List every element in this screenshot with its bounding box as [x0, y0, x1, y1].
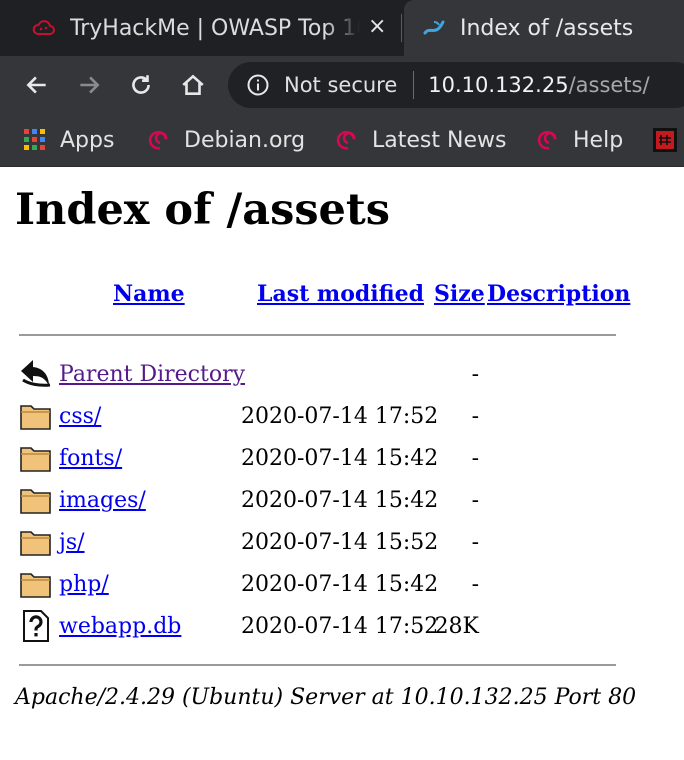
- table-row: Parent Directory -: [0, 355, 684, 395]
- page-title: Index of /assets: [15, 185, 390, 235]
- folder-icon: [20, 405, 51, 430]
- tab-title: TryHackMe | OWASP Top 10: [70, 15, 360, 41]
- footer-divider: [19, 664, 616, 666]
- entry-name-link[interactable]: fonts/: [59, 446, 122, 471]
- bookmark-debian[interactable]: Debian.org: [146, 122, 305, 158]
- table-row: images/ 2020-07-14 15:42 -: [0, 481, 684, 521]
- entry-name-link[interactable]: js/: [59, 530, 85, 555]
- info-icon[interactable]: [246, 73, 270, 97]
- back-arrow-icon: [26, 76, 46, 94]
- folder-icon: [20, 489, 51, 514]
- entry-size: -: [471, 530, 479, 555]
- column-header-description[interactable]: Description: [487, 281, 630, 307]
- entry-modified: 2020-07-14 15:42: [241, 446, 439, 471]
- entry-modified: 2020-07-14 15:42: [241, 572, 439, 597]
- debian-swirl-icon: [336, 130, 356, 150]
- table-row: webapp.db 2020-07-14 17:52 28K: [0, 607, 684, 647]
- debian-swirl-icon: [537, 130, 557, 150]
- folder-icon: [20, 447, 51, 472]
- entry-modified: 2020-07-14 15:52: [241, 530, 439, 555]
- address-separator: [413, 71, 415, 99]
- unknown-file-icon: [23, 610, 49, 642]
- table-row: fonts/ 2020-07-14 15:42 -: [0, 439, 684, 479]
- browser-toolbar: Not secure 10.10.132.25/assets/: [0, 56, 684, 114]
- debian-swirl-icon: [423, 20, 445, 35]
- url-path: /assets/: [568, 73, 650, 97]
- bookmark-extra[interactable]: [652, 122, 684, 158]
- reload-button[interactable]: [122, 66, 160, 104]
- tab-title: Index of /assets: [460, 15, 634, 41]
- server-signature: Apache/2.4.29 (Ubuntu) Server at 10.10.1…: [15, 685, 637, 710]
- entry-name-link[interactable]: webapp.db: [59, 614, 181, 639]
- table-row: js/ 2020-07-14 15:52 -: [0, 523, 684, 563]
- home-icon: [182, 74, 204, 95]
- bookmark-help[interactable]: Help: [535, 122, 623, 158]
- tryhackme-cloud-icon: [32, 20, 55, 35]
- entry-modified: 2020-07-14 15:42: [241, 488, 439, 513]
- debian-swirl-icon: [148, 130, 168, 150]
- parent-directory-icon: [21, 360, 51, 387]
- folder-icon: [20, 531, 51, 556]
- back-button[interactable]: [18, 66, 56, 104]
- bookmark-red-icon: [653, 128, 677, 152]
- entry-modified: 2020-07-14 17:52: [241, 404, 439, 429]
- header-divider: [19, 334, 616, 336]
- apps-grid-icon: [24, 129, 45, 150]
- entry-name-link[interactable]: images/: [59, 488, 146, 513]
- entry-name-link[interactable]: css/: [59, 404, 101, 429]
- forward-arrow-icon: [80, 76, 100, 94]
- entry-size: -: [471, 488, 479, 513]
- tab-separator: [401, 14, 402, 42]
- forward-button[interactable]: [70, 66, 108, 104]
- entry-name-link[interactable]: php/: [59, 572, 109, 597]
- column-header-size[interactable]: Size: [434, 281, 485, 307]
- entry-size: -: [471, 572, 479, 597]
- home-button[interactable]: [174, 66, 212, 104]
- bookmark-apps[interactable]: Apps: [24, 122, 114, 158]
- security-status[interactable]: Not secure: [284, 73, 397, 97]
- reload-icon: [132, 75, 150, 94]
- column-header-last-modified[interactable]: Last modified: [257, 281, 424, 307]
- column-header-name[interactable]: Name: [113, 281, 185, 307]
- entry-size: -: [471, 446, 479, 471]
- tab-index-assets[interactable]: Index of /assets: [404, 0, 684, 56]
- entry-size: -: [471, 404, 479, 429]
- table-row: php/ 2020-07-14 15:42 -: [0, 565, 684, 605]
- entry-size: 28K: [434, 614, 479, 639]
- close-tab-icon[interactable]: ×: [368, 14, 386, 39]
- table-row: css/ 2020-07-14 17:52 -: [0, 397, 684, 437]
- entry-modified: 2020-07-14 17:52: [241, 614, 439, 639]
- page-content: Index of /assets Name Last modified Size…: [0, 167, 684, 760]
- tab-tryhackme[interactable]: TryHackMe | OWASP Top 10: [0, 0, 400, 56]
- tab-strip: TryHackMe | OWASP Top 10 × Index of /ass…: [0, 0, 684, 56]
- folder-icon: [20, 573, 51, 598]
- url-host: 10.10.132.25: [428, 73, 569, 97]
- address-bar[interactable]: Not secure 10.10.132.25/assets/: [228, 62, 684, 108]
- bookmark-label: Apps: [60, 127, 115, 153]
- entry-name-link[interactable]: Parent Directory: [59, 362, 245, 387]
- entry-size: -: [471, 362, 479, 387]
- bookmark-label: Help: [573, 127, 624, 153]
- bookmarks-bar: Apps Debian.org Latest News Help: [0, 114, 684, 167]
- bookmark-latest-news[interactable]: Latest News: [334, 122, 506, 158]
- bookmark-label: Latest News: [372, 127, 507, 153]
- bookmark-label: Debian.org: [184, 127, 306, 153]
